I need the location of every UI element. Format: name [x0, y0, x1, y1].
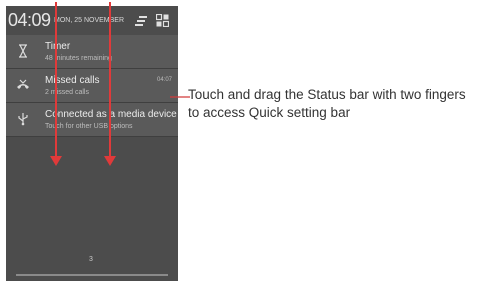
notification-missed-calls[interactable]: Missed calls 2 missed calls 04:07 — [6, 69, 178, 103]
hourglass-icon — [16, 44, 30, 58]
notification-timer[interactable]: Timer 48 minutes remaining — [6, 35, 178, 69]
instruction-callout: Touch and drag the Status bar with two f… — [188, 86, 478, 122]
instruction-line-1: Touch and drag the Status bar with two f… — [188, 87, 466, 102]
status-bar[interactable]: 04:09 MON, 25 NOVEMBER — [6, 6, 178, 34]
notification-panel: 04:09 MON, 25 NOVEMBER Timer 48 minutes … — [6, 6, 178, 281]
date: MON, 25 NOVEMBER — [54, 17, 125, 24]
notification-subtitle: Touch for other USB options — [45, 123, 133, 130]
instruction-line-2: to access Quick setting bar — [188, 105, 351, 120]
notification-usb[interactable]: Connected as a media device Touch for ot… — [6, 103, 178, 137]
notification-time: 04:07 — [156, 77, 172, 83]
notification-subtitle: 48 minutes remaining — [45, 55, 112, 62]
usb-icon — [16, 112, 30, 126]
notification-title: Timer — [45, 41, 71, 52]
panel-handle[interactable] — [16, 274, 168, 276]
notification-subtitle: 2 missed calls — [45, 89, 89, 96]
missed-call-icon — [16, 78, 30, 92]
page-indicator: 3 — [89, 256, 93, 263]
clock: 04:09 — [8, 10, 51, 30]
clear-notifications-icon[interactable] — [134, 14, 148, 32]
quick-settings-icon[interactable] — [155, 13, 170, 32]
notification-title: Missed calls — [45, 75, 100, 86]
notification-title: Connected as a media device — [45, 109, 177, 120]
